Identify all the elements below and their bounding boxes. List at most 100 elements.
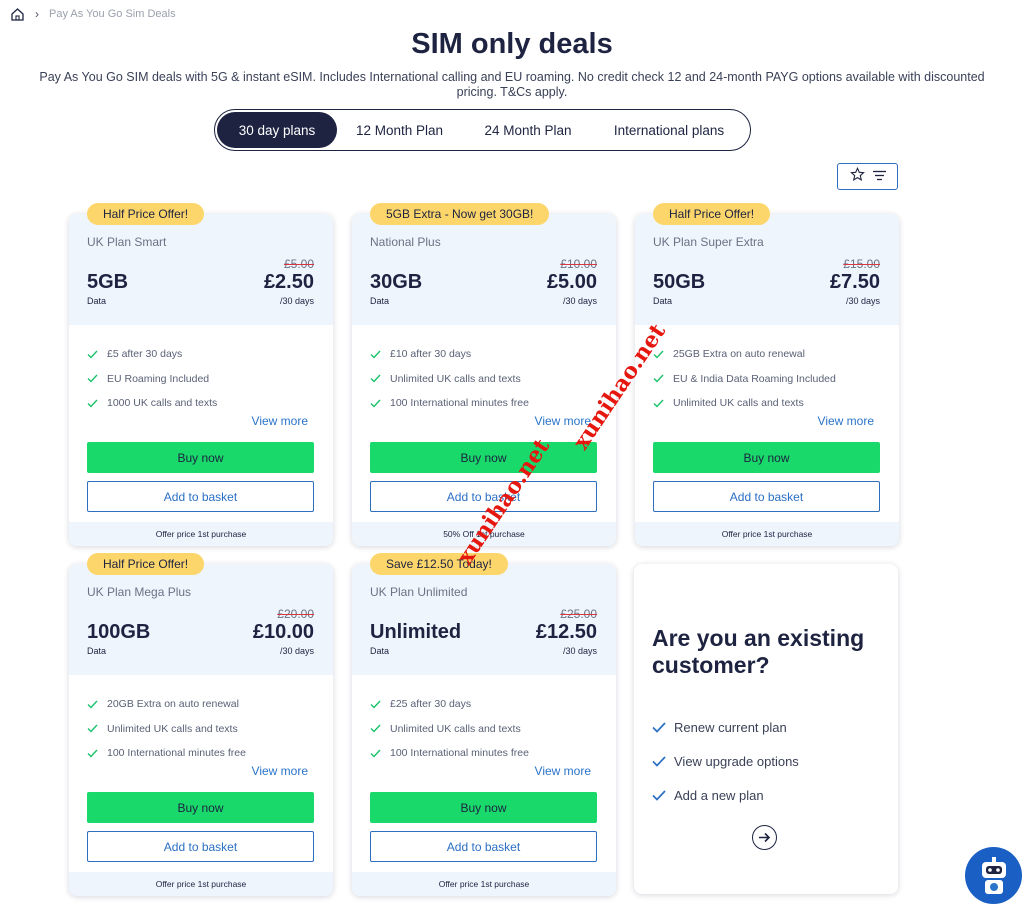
price-period: /30 days — [279, 646, 314, 656]
view-more-link[interactable]: View more — [252, 414, 308, 428]
feature-text: Unlimited UK calls and texts — [390, 372, 521, 385]
existing-customer-card[interactable]: Are you an existing customer? Renew curr… — [634, 564, 898, 894]
offer-badge: Save £12.50 Today! — [370, 553, 508, 575]
page-title: SIM only deals — [411, 28, 613, 60]
feature-text: EU Roaming Included — [107, 372, 210, 385]
offer-footer: Offer price 1st purchase — [69, 872, 333, 896]
page-subtitle: Pay As You Go SIM deals with 5G & instan… — [39, 70, 985, 99]
arrow-right-circle-icon[interactable] — [752, 825, 777, 850]
offer-badge: Half Price Offer! — [653, 203, 771, 225]
check-icon — [370, 350, 381, 359]
buy-now-button[interactable]: Buy now — [87, 442, 314, 473]
chatbot-icon[interactable] — [965, 847, 1022, 904]
price-period: /30 days — [562, 646, 597, 656]
existing-customer-title: Are you an existing customer? — [652, 625, 865, 678]
tab-12-month-plan[interactable]: 12 Month Plan — [337, 112, 462, 148]
feature-text: £25 after 30 days — [390, 698, 472, 711]
check-icon — [652, 789, 666, 801]
data-amount: 100GB — [87, 621, 151, 643]
old-price: £20.00 — [277, 607, 314, 621]
feature-item: Unlimited UK calls and texts — [653, 391, 836, 416]
existing-option[interactable]: Renew current plan — [652, 710, 799, 744]
breadcrumb-current[interactable]: Pay As You Go Sim Deals — [49, 8, 176, 20]
feature-text: 100 International minutes free — [390, 397, 529, 410]
plan-name: UK Plan Smart — [87, 235, 167, 249]
data-label: Data — [370, 296, 390, 306]
check-icon — [87, 350, 98, 359]
check-icon — [370, 399, 381, 408]
plan-name: UK Plan Unlimited — [370, 585, 468, 599]
feature-item: 100 International minutes free — [87, 741, 246, 766]
offer-badge: Half Price Offer! — [87, 203, 205, 225]
feature-list: £10 after 30 days Unlimited UK calls and… — [370, 342, 529, 416]
data-amount: 30GB — [370, 271, 423, 293]
feature-list: £5 after 30 days EU Roaming Included 100… — [87, 342, 217, 416]
view-more-link[interactable]: View more — [818, 414, 874, 428]
feature-text: Unlimited UK calls and texts — [390, 722, 521, 735]
buy-now-button[interactable]: Buy now — [370, 792, 597, 823]
price: £7.50 — [829, 271, 880, 293]
feature-item: 1000 UK calls and texts — [87, 391, 217, 416]
buy-now-button[interactable]: Buy now — [370, 442, 597, 473]
home-icon[interactable] — [10, 7, 25, 22]
add-to-basket-button[interactable]: Add to basket — [87, 831, 314, 862]
plan-card: Half Price Offer! UK Plan Mega Plus £20.… — [69, 553, 333, 896]
plan-card: Half Price Offer! UK Plan Super Extra £1… — [635, 203, 899, 546]
feature-text: EU & India Data Roaming Included — [673, 372, 836, 385]
plan-header: 5GB Extra - Now get 30GB! National Plus … — [352, 203, 616, 325]
filter-icon — [872, 168, 886, 186]
check-icon — [370, 724, 381, 733]
feature-list: £25 after 30 days Unlimited UK calls and… — [370, 692, 529, 766]
feature-item: Unlimited UK calls and texts — [370, 717, 529, 742]
check-icon — [370, 374, 381, 383]
feature-text: 100 International minutes free — [390, 747, 529, 760]
view-more-link[interactable]: View more — [535, 414, 591, 428]
feature-text: 100 International minutes free — [107, 747, 246, 760]
feature-text: Unlimited UK calls and texts — [107, 722, 238, 735]
breadcrumb: › Pay As You Go Sim Deals — [10, 6, 176, 22]
price-period: /30 days — [279, 296, 314, 306]
price: £12.50 — [535, 621, 597, 643]
feature-item: £5 after 30 days — [87, 342, 217, 367]
add-to-basket-button[interactable]: Add to basket — [653, 481, 880, 512]
tab-24-month-plan[interactable]: 24 Month Plan — [462, 112, 594, 148]
price: £10.00 — [252, 621, 314, 643]
view-more-link[interactable]: View more — [252, 764, 308, 778]
plan-name: National Plus — [370, 235, 441, 249]
data-amount: 5GB — [87, 271, 129, 293]
check-icon — [652, 755, 666, 767]
buy-now-button[interactable]: Buy now — [87, 792, 314, 823]
price-period: /30 days — [562, 296, 597, 306]
offer-footer: Offer price 1st purchase — [352, 872, 616, 896]
data-amount: Unlimited — [370, 621, 462, 643]
plan-header: Half Price Offer! UK Plan Super Extra £1… — [635, 203, 899, 325]
feature-list: 25GB Extra on auto renewal EU & India Da… — [653, 342, 836, 416]
data-label: Data — [87, 646, 107, 656]
tab-30-day-plans[interactable]: 30 day plans — [217, 112, 337, 148]
data-label: Data — [370, 646, 390, 656]
offer-footer: Offer price 1st purchase — [635, 522, 899, 546]
plan-header: Half Price Offer! UK Plan Mega Plus £20.… — [69, 553, 333, 675]
price: £5.00 — [546, 271, 597, 293]
feature-list: 20GB Extra on auto renewal Unlimited UK … — [87, 692, 246, 766]
buy-now-button[interactable]: Buy now — [653, 442, 880, 473]
old-price: £5.00 — [283, 257, 314, 271]
add-to-basket-button[interactable]: Add to basket — [370, 831, 597, 862]
tab-international-plans[interactable]: International plans — [594, 112, 744, 148]
plan-name: UK Plan Super Extra — [653, 235, 764, 249]
existing-option-label: Add a new plan — [674, 787, 764, 803]
plan-tabs: 30 day plans 12 Month Plan 24 Month Plan… — [214, 109, 751, 151]
offer-footer: Offer price 1st purchase — [69, 522, 333, 546]
existing-option[interactable]: Add a new plan — [652, 778, 799, 812]
feature-item: Unlimited UK calls and texts — [370, 367, 529, 392]
existing-option-label: View upgrade options — [674, 753, 799, 769]
feature-text: 20GB Extra on auto renewal — [107, 698, 239, 711]
view-more-link[interactable]: View more — [535, 764, 591, 778]
check-icon — [653, 374, 664, 383]
add-to-basket-button[interactable]: Add to basket — [370, 481, 597, 512]
filter-button[interactable] — [837, 163, 898, 190]
add-to-basket-button[interactable]: Add to basket — [87, 481, 314, 512]
plan-name: UK Plan Mega Plus — [87, 585, 192, 599]
existing-option[interactable]: View upgrade options — [652, 744, 799, 778]
check-icon — [370, 700, 381, 709]
